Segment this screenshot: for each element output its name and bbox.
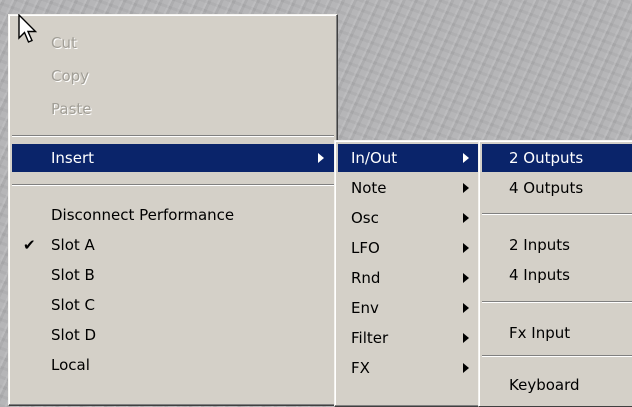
context-menu: Cut Copy Paste Insert Disconnect Perform… (8, 14, 338, 406)
menu-item-in-out[interactable]: In/Out (338, 144, 479, 172)
menu-item-label: 4 Inputs (509, 266, 570, 284)
menu-item-label: Slot B (51, 266, 95, 284)
menu-item-keyboard[interactable]: Keyboard (479, 371, 632, 399)
submenu-arrow-icon (463, 363, 469, 373)
menu-item-label: Slot A (51, 236, 95, 254)
menu-item-cut[interactable]: Cut (9, 29, 337, 57)
menu-item-slot-b[interactable]: Slot B (9, 261, 337, 289)
menu-separator (12, 135, 334, 137)
menu-separator (482, 301, 632, 303)
menu-item-osc[interactable]: Osc (335, 204, 482, 232)
menu-item-label: Rnd (351, 269, 381, 287)
menu-item-label: Slot D (51, 326, 97, 344)
menu-item-label: Insert (51, 149, 95, 167)
menu-item-fx[interactable]: FX (335, 354, 482, 382)
submenu-arrow-icon (463, 243, 469, 253)
menu-item-label: Copy (51, 67, 90, 85)
menu-item-label: Filter (351, 329, 389, 347)
menu-item-2-inputs[interactable]: 2 Inputs (479, 231, 632, 259)
menu-separator (12, 184, 334, 186)
menu-item-label: 2 Inputs (509, 236, 570, 254)
menu-item-disconnect-performance[interactable]: Disconnect Performance (9, 201, 337, 229)
menu-item-filter[interactable]: Filter (335, 324, 482, 352)
mouse-pointer-icon (18, 14, 38, 43)
menu-item-slot-d[interactable]: Slot D (9, 321, 337, 349)
menu-separator (482, 213, 632, 215)
menu-item-note[interactable]: Note (335, 174, 482, 202)
menu-item-insert[interactable]: Insert (12, 144, 334, 172)
menu-item-rnd[interactable]: Rnd (335, 264, 482, 292)
menu-item-label: Paste (51, 100, 92, 118)
menu-item-copy[interactable]: Copy (9, 62, 337, 90)
menu-separator (482, 355, 632, 357)
menu-item-lfo[interactable]: LFO (335, 234, 482, 262)
submenu-arrow-icon (463, 183, 469, 193)
menu-item-label: Disconnect Performance (51, 206, 235, 224)
menu-item-slot-a[interactable]: ✔ Slot A (9, 231, 337, 259)
checkmark-icon: ✔ (23, 236, 36, 254)
menu-item-label: 4 Outputs (509, 179, 584, 197)
menu-item-label: 2 Outputs (509, 149, 584, 167)
menu-item-4-outputs[interactable]: 4 Outputs (479, 174, 632, 202)
menu-item-label: In/Out (351, 149, 398, 167)
submenu-arrow-icon (463, 333, 469, 343)
menu-item-label: Osc (351, 209, 379, 227)
menu-item-label: Cut (51, 34, 77, 52)
menu-item-env[interactable]: Env (335, 294, 482, 322)
submenu-arrow-icon (463, 153, 469, 163)
menu-item-2-outputs[interactable]: 2 Outputs (482, 144, 632, 172)
menu-item-label: Local (51, 356, 90, 374)
menu-item-label: Fx Input (509, 324, 571, 342)
submenu-arrow-icon (318, 153, 324, 163)
menu-item-label: FX (351, 359, 370, 377)
menu-item-label: Slot C (51, 296, 95, 314)
inout-submenu: 2 Outputs 4 Outputs 2 Inputs 4 Inputs Fx… (478, 140, 632, 407)
menu-item-slot-c[interactable]: Slot C (9, 291, 337, 319)
menu-item-4-inputs[interactable]: 4 Inputs (479, 261, 632, 289)
insert-submenu: In/Out Note Osc LFO Rnd Env Filter FX (334, 140, 483, 407)
submenu-arrow-icon (463, 273, 469, 283)
menu-item-label: LFO (351, 239, 380, 257)
menu-item-label: Env (351, 299, 379, 317)
menu-item-fx-input[interactable]: Fx Input (479, 319, 632, 347)
menu-item-local[interactable]: Local (9, 351, 337, 379)
menu-item-label: Note (351, 179, 387, 197)
menu-item-label: Keyboard (509, 376, 580, 394)
submenu-arrow-icon (463, 213, 469, 223)
submenu-arrow-icon (463, 303, 469, 313)
menu-item-paste[interactable]: Paste (9, 95, 337, 123)
